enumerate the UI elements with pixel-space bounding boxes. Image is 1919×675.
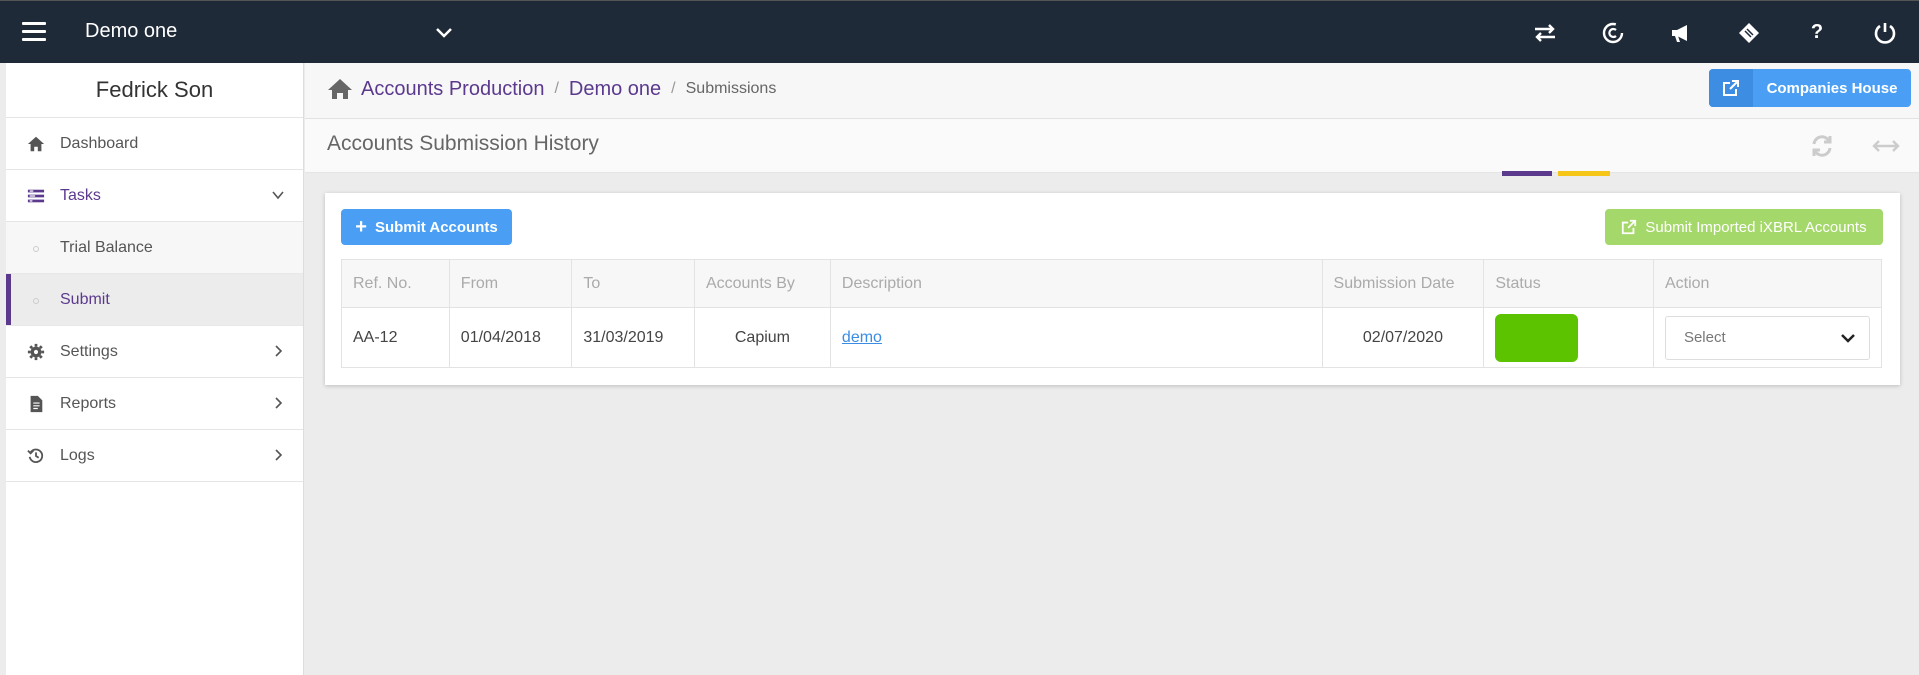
breadcrumb-separator: / [671, 80, 676, 97]
status-badge [1495, 313, 1579, 362]
sidebar-item-reports[interactable]: Reports [6, 378, 303, 430]
external-link-icon [1709, 69, 1753, 107]
submit-ixbrl-button[interactable]: Submit Imported iXBRL Accounts [1605, 209, 1883, 245]
submit-ixbrl-label: Submit Imported iXBRL Accounts [1645, 218, 1867, 236]
cell-accounts-by: Capium [693, 307, 831, 368]
sidebar-item-settings[interactable]: Settings [6, 326, 303, 378]
expand-underline [1558, 171, 1610, 176]
refresh-icon[interactable] [1807, 131, 1837, 161]
top-navbar: Demo one ? [0, 0, 1919, 63]
megaphone-icon[interactable] [1647, 1, 1715, 64]
chevron-down-icon[interactable] [434, 23, 454, 43]
sidebar-subitem-submit[interactable]: Submit [6, 274, 303, 326]
switch-icon[interactable] [1511, 1, 1579, 64]
sidebar-item-label: Settings [60, 342, 118, 360]
chevron-down-icon [272, 191, 284, 200]
column-header-to[interactable]: To [571, 259, 695, 308]
cell-ref: AA-12 [341, 307, 450, 368]
bullet-dot [33, 246, 39, 252]
column-header-from[interactable]: From [448, 259, 573, 308]
sidebar-user-name: Fedrick Son [6, 63, 303, 118]
column-header-accounts-by[interactable]: Accounts By [693, 259, 831, 308]
history-icon [26, 446, 46, 466]
sidebar-item-logs[interactable]: Logs [6, 430, 303, 482]
plus-icon: + [355, 215, 367, 238]
column-header-description[interactable]: Description [829, 259, 1323, 308]
sidebar-item-label: Tasks [60, 186, 101, 204]
submissions-table: Ref. No. From To Accounts By Description… [341, 259, 1883, 368]
column-header-action: Action [1652, 259, 1883, 308]
chevron-right-icon [275, 397, 283, 409]
chevron-down-icon [1841, 333, 1855, 343]
ticket-icon[interactable] [1715, 1, 1783, 64]
report-icon [26, 394, 46, 414]
hamburger-menu-icon[interactable] [22, 22, 46, 42]
column-header-status[interactable]: Status [1483, 259, 1654, 308]
home-icon [26, 134, 46, 154]
capium-logo-icon[interactable] [1579, 1, 1647, 64]
breadcrumb-bar: Accounts Production / Demo one / Submiss… [305, 63, 1919, 119]
action-select-value: Select [1683, 329, 1726, 346]
expand-horizontal-icon[interactable] [1871, 133, 1901, 159]
submissions-card: + Submit Accounts Submit Imported iXBRL … [325, 193, 1900, 385]
cell-description: demo [829, 307, 1323, 368]
cell-status [1483, 307, 1654, 368]
cell-submission-date: 02/07/2020 [1321, 307, 1485, 368]
chevron-right-icon [275, 345, 283, 357]
tasks-icon [26, 186, 46, 206]
company-selector-label[interactable]: Demo one [85, 20, 177, 43]
home-icon[interactable] [327, 77, 353, 101]
sidebar-subitem-label: Submit [60, 290, 110, 308]
cell-action: Select [1652, 307, 1883, 368]
action-select[interactable]: Select [1664, 315, 1870, 360]
breadcrumb-accounts-production[interactable]: Accounts Production [361, 78, 544, 101]
sidebar-item-label: Reports [60, 394, 117, 412]
companies-house-label: Companies House [1766, 79, 1898, 97]
description-link[interactable]: demo [842, 329, 882, 346]
sidebar-item-label: Logs [60, 446, 95, 464]
sidebar: Fedrick Son Dashboard Tasks Trial Balanc… [6, 63, 304, 675]
chevron-right-icon [275, 449, 283, 461]
submit-accounts-button[interactable]: + Submit Accounts [341, 209, 512, 245]
submit-accounts-label: Submit Accounts [374, 218, 498, 236]
sidebar-subitem-trial-balance[interactable]: Trial Balance [6, 222, 303, 274]
refresh-underline [1502, 171, 1552, 176]
external-link-icon [1622, 219, 1637, 235]
breadcrumb-current: Submissions [685, 80, 777, 97]
cell-to: 31/03/2019 [571, 307, 695, 368]
breadcrumb-separator: / [554, 80, 559, 97]
sidebar-item-tasks[interactable]: Tasks [6, 170, 303, 222]
power-icon[interactable] [1851, 1, 1919, 64]
column-header-ref[interactable]: Ref. No. [341, 259, 450, 308]
companies-house-button[interactable]: Companies House [1709, 69, 1911, 107]
sidebar-subitem-label: Trial Balance [60, 238, 153, 256]
sidebar-item-dashboard[interactable]: Dashboard [6, 118, 303, 170]
table-row: AA-12 01/04/2018 31/03/2019 Capium demo … [341, 307, 1883, 368]
breadcrumb: Accounts Production / Demo one / Submiss… [327, 77, 776, 101]
table-header-row: Ref. No. From To Accounts By Description… [341, 259, 1883, 308]
help-icon[interactable]: ? [1783, 1, 1851, 64]
page-title: Accounts Submission History [327, 132, 599, 155]
sidebar-item-label: Dashboard [60, 134, 139, 152]
bullet-dot [33, 298, 39, 304]
column-header-submission-date[interactable]: Submission Date [1321, 259, 1485, 308]
page-header: Accounts Submission History [305, 119, 1919, 173]
cell-from: 01/04/2018 [448, 307, 573, 368]
gear-icon [26, 342, 46, 362]
breadcrumb-company[interactable]: Demo one [569, 78, 661, 101]
